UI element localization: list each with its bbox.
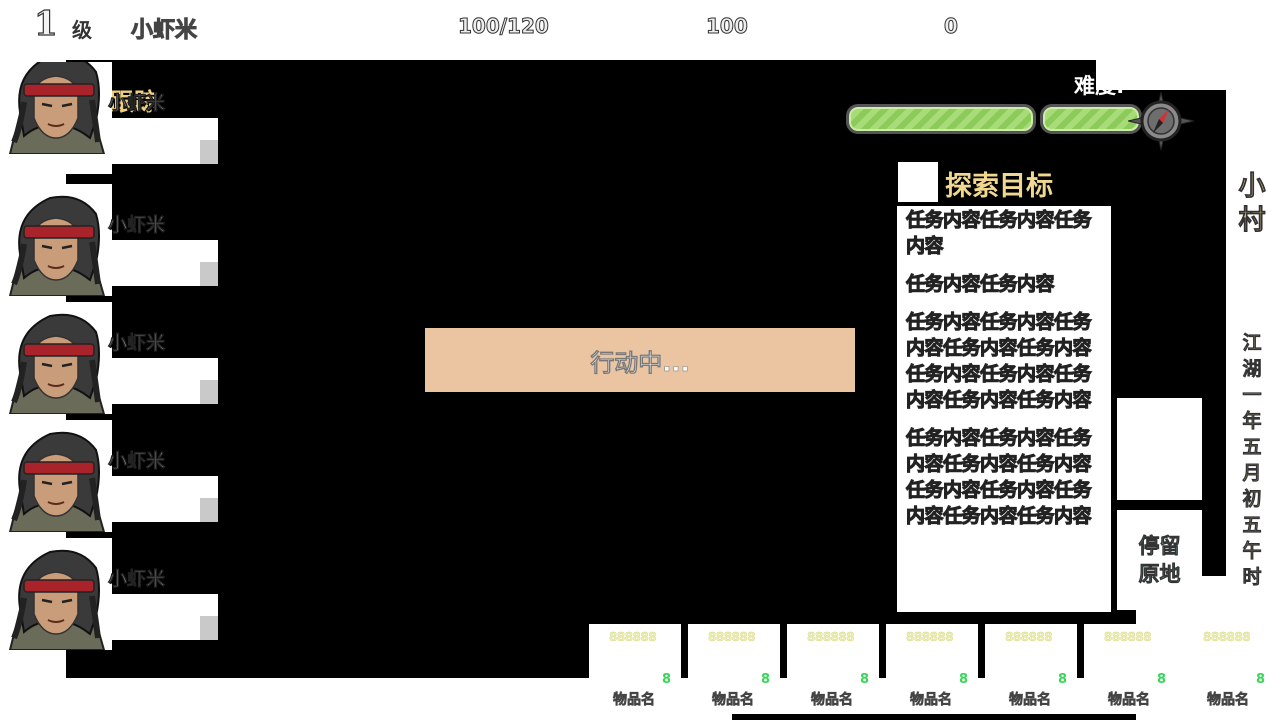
member-mp-bar (110, 262, 200, 282)
stay-button-label: 停留原地 (1138, 534, 1181, 587)
item-quantity: 8 (859, 672, 869, 687)
item-quantity: 8 (1156, 672, 1166, 687)
action-status-panel: 行动中... (425, 328, 855, 392)
game-date: 江湖一年五月初五午时 (1242, 332, 1262, 589)
avatar-icon (8, 195, 106, 296)
portrait[interactable] (0, 302, 112, 414)
explore-title: 探索目标 (945, 171, 1053, 202)
item-count: 888888 (1203, 630, 1251, 644)
portrait[interactable] (0, 420, 112, 532)
action-status-text: 行动中... (590, 348, 690, 377)
item-count: 888888 (1104, 630, 1152, 644)
difficulty-label: 难度: (1074, 74, 1125, 98)
member-bar-shade (200, 262, 218, 286)
member-status-bars (110, 358, 218, 404)
difficulty-bar (1040, 104, 1142, 134)
inventory-slot[interactable]: 888888 8 物品名 (589, 624, 681, 714)
member-hp-bar (112, 596, 208, 614)
party-member[interactable]: 小虾米 (0, 184, 220, 296)
level-label: 级 (72, 18, 92, 42)
side-panel (1117, 398, 1202, 500)
avatar-icon (8, 431, 106, 532)
member-hp-bar (112, 120, 208, 138)
avatar-icon (8, 62, 106, 154)
inventory-slot[interactable]: 888888 8 物品名 (1183, 624, 1275, 714)
item-quantity: 8 (958, 672, 968, 687)
task-item[interactable]: 任务内容任务内容 (897, 271, 1111, 297)
member-status-bars (110, 118, 218, 164)
member-hp-bar (112, 478, 208, 496)
stat-value: 100 (706, 14, 749, 39)
task-item[interactable]: 任务内容任务内容任务内容任务内容任务内容任务内容任务内容任务内容任务内容任务内容 (897, 309, 1111, 413)
member-status-bars (110, 240, 218, 286)
map-view-extension (1096, 90, 1226, 576)
hp-value: 100/120 (458, 14, 550, 39)
member-name: 小虾米 (108, 568, 166, 591)
item-name: 物品名 (613, 692, 656, 709)
item-count: 888888 (708, 630, 756, 644)
member-hp-bar (112, 242, 208, 260)
item-name: 物品名 (712, 692, 755, 709)
member-bar-shade (200, 498, 218, 522)
stay-button[interactable]: 停留原地 (1117, 510, 1202, 610)
member-mp-bar (110, 140, 200, 160)
inventory-slot[interactable]: 888888 8 物品名 (985, 624, 1077, 714)
item-name: 物品名 (910, 692, 953, 709)
member-status-bars (110, 476, 218, 522)
item-name: 物品名 (1108, 692, 1151, 709)
party-member[interactable]: 小虾米 (0, 420, 220, 532)
item-count: 888888 (906, 630, 954, 644)
item-count: 888888 (609, 630, 657, 644)
item-name: 物品名 (1207, 692, 1250, 709)
compass-icon[interactable] (1128, 92, 1194, 150)
difficulty-bar (846, 104, 1036, 134)
item-name: 物品名 (811, 692, 854, 709)
item-quantity: 8 (760, 672, 770, 687)
member-mp-bar (110, 616, 200, 636)
stat-value-2: 0 (944, 14, 959, 39)
portrait[interactable] (0, 62, 112, 174)
item-name: 物品名 (1009, 692, 1052, 709)
item-count: 888888 (1005, 630, 1053, 644)
inventory-slot[interactable]: 888888 8 物品名 (787, 624, 879, 714)
explore-icon (898, 162, 938, 202)
portrait[interactable] (0, 538, 112, 650)
location-name: 小村 (1238, 171, 1266, 237)
party-member[interactable]: 小虾米 (0, 62, 220, 174)
avatar-icon (8, 313, 106, 414)
member-name: 小虾米 (108, 450, 166, 473)
member-name: 小虾米 (108, 92, 166, 115)
portrait[interactable] (0, 184, 112, 296)
member-name: 小虾米 (108, 214, 166, 237)
member-bar-shade (200, 140, 218, 164)
member-bar-shade (200, 380, 218, 404)
member-mp-bar (110, 498, 200, 518)
player-name: 小虾米 (130, 18, 198, 44)
inventory-slot[interactable]: 888888 8 物品名 (886, 624, 978, 714)
item-count: 888888 (807, 630, 855, 644)
item-quantity: 8 (661, 672, 671, 687)
member-bar-shade (200, 616, 218, 640)
item-quantity: 8 (1255, 672, 1265, 687)
member-status-bars (110, 594, 218, 640)
task-item[interactable]: 任务内容任务内容任务内容任务内容任务内容任务内容任务内容任务内容任务内容任务内容 (897, 425, 1111, 529)
item-quantity: 8 (1057, 672, 1067, 687)
explore-task-list[interactable]: 任务内容任务内容任务内容 任务内容任务内容 任务内容任务内容任务内容任务内容任务内容… (897, 206, 1111, 612)
member-mp-bar (110, 380, 200, 400)
party-member[interactable]: 小虾米 (0, 302, 220, 414)
inventory-slot[interactable]: 888888 8 物品名 (688, 624, 780, 714)
member-name: 小虾米 (108, 332, 166, 355)
avatar-icon (8, 549, 106, 650)
inventory-strip (732, 714, 1136, 720)
inventory-slot[interactable]: 888888 8 物品名 (1084, 624, 1176, 714)
level-number: 1 (33, 3, 58, 44)
task-item[interactable]: 任务内容任务内容任务内容 (897, 207, 1111, 259)
party-member[interactable]: 小虾米 (0, 538, 220, 650)
member-hp-bar (112, 360, 208, 378)
